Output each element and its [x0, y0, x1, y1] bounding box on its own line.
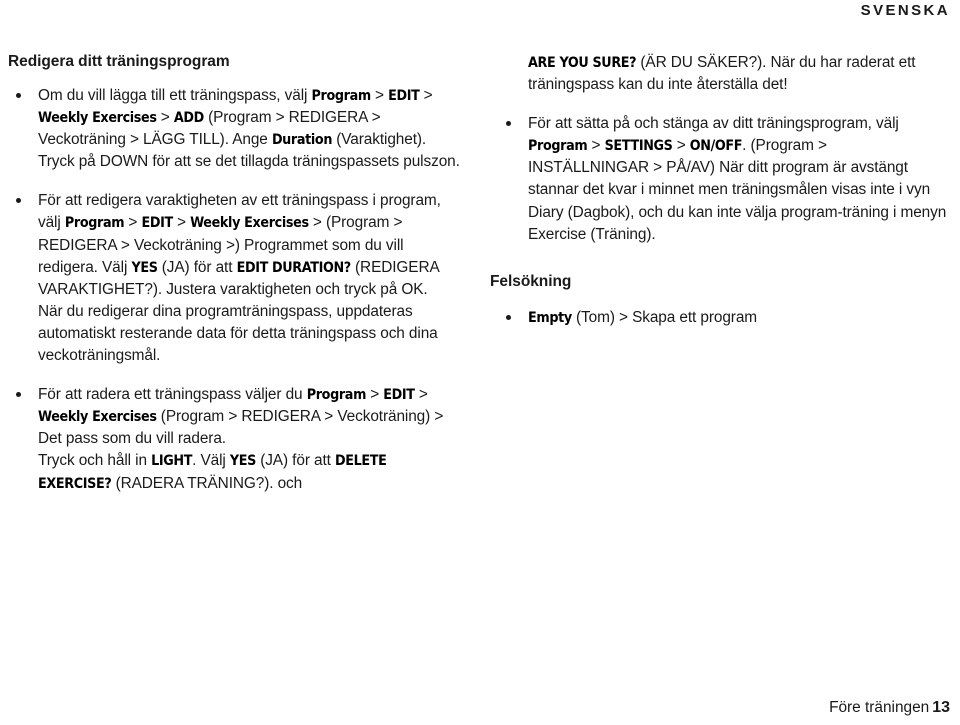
continuation-text: ARE YOU SURE? (ÄR DU SÄKER?). När du har…	[528, 54, 916, 93]
bullet-dot-icon	[506, 121, 511, 127]
troubleshooting-title: Felsökning	[490, 272, 572, 290]
device-menu-term: YES	[131, 259, 158, 276]
device-menu-term: ADD	[173, 110, 204, 127]
body-text: Tryck och håll in	[38, 452, 152, 470]
body-text: (JA) för att	[157, 258, 237, 276]
body-text: För att radera ett träningspass väljer d…	[38, 386, 307, 404]
body-text: (JA) för att	[256, 452, 336, 470]
list-item: Empty (Tom) > Skapa ett program	[490, 307, 952, 329]
menu-separator: >	[124, 214, 142, 232]
device-menu-term: Weekly Exercises	[38, 110, 157, 127]
list-item-text: Om du vill lägga till ett träningspass, …	[38, 87, 460, 170]
body-text: (RADERA TRÄNING?). och	[111, 474, 303, 492]
device-menu-term: Program	[306, 387, 367, 404]
device-menu-term: LIGHT	[151, 453, 193, 470]
list-item-text: För att redigera varaktigheten av ett tr…	[38, 192, 441, 364]
device-menu-term: YES	[229, 453, 257, 470]
device-menu-term: EDIT	[388, 88, 420, 104]
bullet-dot-icon	[16, 392, 21, 398]
list-item: För att sätta på och stänga av ditt trän…	[490, 113, 952, 246]
body-text: . Välj	[192, 452, 230, 470]
device-menu-term: Program	[64, 215, 125, 232]
list-item: För att redigera varaktigheten av ett tr…	[8, 190, 460, 367]
device-menu-term: Weekly Exercises	[38, 409, 157, 426]
menu-separator: >	[172, 214, 191, 232]
device-menu-term: EDIT DURATION?	[236, 259, 352, 276]
body-text: När du redigerar dina programträningspas…	[38, 302, 438, 365]
body-text: (Tom) > Skapa ett program	[571, 308, 757, 326]
right-column: ARE YOU SURE? (ÄR DU SÄKER?). När du har…	[490, 52, 952, 329]
continuation-paragraph: ARE YOU SURE? (ÄR DU SÄKER?). När du har…	[490, 52, 952, 96]
device-menu-term: Program	[311, 88, 372, 104]
list-item: Om du vill lägga till ett träningspass, …	[8, 85, 460, 173]
list-item: För att radera ett träningspass väljer d…	[8, 384, 460, 494]
device-menu-term: Program	[528, 138, 588, 155]
right-continuation-list: ARE YOU SURE? (ÄR DU SÄKER?). När du har…	[490, 52, 952, 246]
menu-separator: >	[370, 87, 389, 104]
device-menu-term: ON/OFF	[689, 138, 743, 155]
footer-page-number: 13	[932, 699, 950, 716]
list-item-text: För att radera ett träningspass väljer d…	[38, 386, 443, 491]
left-bullet-list: Om du vill lägga till ett träningspass, …	[8, 85, 460, 495]
menu-separator: >	[419, 87, 433, 104]
device-menu-term: Weekly Exercises	[190, 215, 309, 232]
list-item-text: För att sätta på och stänga av ditt trän…	[528, 115, 946, 242]
page-title: Redigera ditt träningsprogram	[8, 53, 230, 70]
device-menu-term: EDIT	[141, 215, 173, 232]
device-menu-term: Duration	[271, 132, 333, 149]
device-menu-term: Empty	[528, 309, 572, 326]
menu-separator: >	[414, 386, 428, 404]
body-text: För att sätta på och stänga av ditt trän…	[528, 115, 899, 133]
language-header: SVENSKA	[860, 2, 950, 19]
menu-separator: >	[366, 386, 384, 404]
bullet-dot-icon	[16, 93, 21, 98]
device-menu-term: SETTINGS	[604, 138, 673, 155]
bullet-dot-icon	[16, 198, 21, 204]
menu-separator: >	[672, 137, 690, 155]
troubleshooting-bullet-list: Empty (Tom) > Skapa ett program	[490, 307, 952, 329]
body-text: Om du vill lägga till ett träningspass, …	[38, 87, 312, 104]
bullet-dot-icon	[506, 314, 511, 320]
menu-separator: >	[587, 137, 605, 155]
menu-separator: >	[156, 109, 174, 127]
list-item-text: Empty (Tom) > Skapa ett program	[528, 309, 757, 326]
footer: Före träningen 13	[829, 699, 950, 717]
manual-page: SVENSKA Redigera ditt träningsprogram Om…	[0, 0, 960, 725]
left-column: Redigera ditt träningsprogram Om du vill…	[8, 52, 460, 495]
device-menu-term: ARE YOU SURE?	[528, 55, 637, 71]
device-menu-term: EDIT	[383, 387, 415, 404]
footer-chapter: Före träningen	[829, 699, 930, 716]
